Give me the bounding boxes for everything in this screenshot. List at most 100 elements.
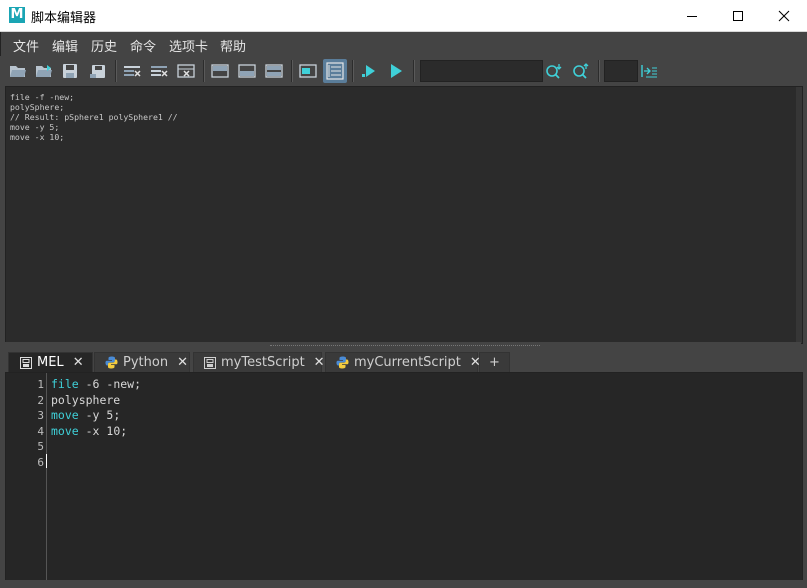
line-number: 1 <box>37 378 44 391</box>
save-script-to-shelf-button[interactable] <box>86 59 110 83</box>
tab-mycurrentscript[interactable]: myCurrentScript ✕ <box>325 352 481 372</box>
close-icon <box>778 10 790 21</box>
maximize-button[interactable] <box>715 0 761 31</box>
line-number: 2 <box>37 393 44 407</box>
show-line-numbers-button[interactable] <box>323 59 347 83</box>
toolbar-separator <box>413 60 415 82</box>
toolbar-separator <box>203 60 205 82</box>
script-input-editor[interactable]: 1 2 3 4 5 6 file -6 -new; polysphere move … <box>5 372 803 581</box>
menu-help[interactable]: 帮助 <box>220 36 246 55</box>
search-down-button[interactable] <box>542 59 566 83</box>
code-line: move -y 5; <box>51 408 121 423</box>
show-history-only-button[interactable] <box>208 59 232 83</box>
search-input[interactable] <box>420 60 543 82</box>
splitter-grip <box>270 345 540 347</box>
clear-input-button[interactable] <box>147 59 171 83</box>
toolbar-separator <box>291 60 293 82</box>
tab-mel[interactable]: MEL ✕ <box>8 352 93 372</box>
show-both-button[interactable] <box>262 59 286 83</box>
source-script-icon <box>36 65 52 77</box>
code-line: ​ <box>51 439 141 455</box>
mel-icon <box>19 356 32 369</box>
clear-history-button[interactable] <box>120 59 144 83</box>
line-number: 3 <box>37 409 44 423</box>
show-input-only-icon <box>238 64 256 78</box>
close-tab-icon[interactable]: ✕ <box>314 355 325 370</box>
save-script-to-shelf-icon <box>90 65 105 78</box>
menu-command[interactable]: 命令 <box>130 36 156 55</box>
source-script-button[interactable] <box>32 59 56 83</box>
show-both-icon <box>265 64 283 78</box>
menu-file[interactable]: 文件 <box>13 36 39 55</box>
bottom-border <box>0 580 807 588</box>
search-up-icon <box>573 63 589 79</box>
history-line: // Result: pSphere1 polySphere1 // <box>10 112 178 122</box>
add-tab-button[interactable]: + <box>479 352 510 372</box>
show-line-numbers-icon <box>326 62 344 80</box>
save-script-button[interactable] <box>58 59 82 83</box>
execute-all-button[interactable] <box>384 59 408 83</box>
line-number: 5 <box>37 440 44 454</box>
clear-input-icon <box>151 66 168 77</box>
history-line: file -f -new; <box>10 92 75 102</box>
close-button[interactable] <box>761 0 807 31</box>
tab-label: myCurrentScript <box>354 355 461 370</box>
goto-line-button[interactable] <box>637 59 661 83</box>
keyword: file <box>51 377 79 391</box>
echo-all-commands-icon <box>299 64 317 78</box>
maximize-icon <box>733 10 743 21</box>
history-output: file -f -new; polySphere; // Result: pSp… <box>6 87 802 142</box>
code-line: polysphere <box>51 392 121 407</box>
clear-history-icon <box>124 66 141 77</box>
keyword: move <box>51 423 79 438</box>
toolbar-separator <box>598 60 600 82</box>
show-input-only-button[interactable] <box>235 59 259 83</box>
tab-label: Python <box>123 355 169 370</box>
maya-logo-icon: M <box>9 7 25 23</box>
tab-mytestscript[interactable]: myTestScript ✕ <box>193 352 325 372</box>
line-number-gutter: 1 2 3 4 5 6 <box>6 373 47 580</box>
open-script-button[interactable] <box>6 59 30 83</box>
close-tab-icon[interactable]: ✕ <box>177 355 188 370</box>
history-line: polySphere; <box>10 102 65 112</box>
history-scrollbar[interactable] <box>796 87 802 343</box>
tab-bar: MEL ✕ Python ✕ myTestScript ✕ myCurrentS… <box>5 350 801 372</box>
code-line: file -6 -new; <box>51 377 142 391</box>
menu-edit[interactable]: 编辑 <box>52 36 78 55</box>
line-number: 6 <box>37 456 44 469</box>
history-panel[interactable]: file -f -new; polySphere; // Result: pSp… <box>5 86 803 344</box>
tab-label: myTestScript <box>221 355 305 370</box>
show-history-only-icon <box>211 64 229 78</box>
goto-line-input[interactable] <box>604 60 638 82</box>
text-cursor <box>46 454 47 468</box>
history-line: move -y 5; <box>10 122 60 132</box>
window-title: 脚本编辑器 <box>31 11 97 26</box>
execute-selected-button[interactable] <box>357 59 381 83</box>
search-up-button[interactable] <box>569 59 593 83</box>
code-line: move -x 10; <box>51 423 128 438</box>
echo-all-commands-button[interactable] <box>296 59 320 83</box>
minimize-icon <box>687 15 697 17</box>
execute-selected-icon <box>362 65 375 77</box>
toolbar <box>0 56 807 86</box>
keyword: move <box>51 408 79 423</box>
open-script-icon <box>10 66 26 77</box>
code-line: ​ <box>51 455 141 471</box>
menu-history[interactable]: 历史 <box>91 36 117 55</box>
menu-bar: 文件 编辑 历史 命令 选项卡 帮助 <box>0 32 807 56</box>
history-line: move -x 10; <box>10 132 65 142</box>
close-tab-icon[interactable]: ✕ <box>73 355 84 370</box>
menu-tabs[interactable]: 选项卡 <box>169 36 208 55</box>
python-icon <box>336 356 349 369</box>
save-script-icon <box>63 64 77 78</box>
toolbar-separator <box>115 60 117 82</box>
line-number: 4 <box>37 424 44 438</box>
tab-label: MEL <box>37 355 64 370</box>
tab-python[interactable]: Python ✕ <box>94 352 190 372</box>
search-down-icon <box>546 64 562 79</box>
toolbar-separator <box>352 60 354 82</box>
code-text: file -6 -new; polysphere move -y 5; move -x… <box>51 377 141 471</box>
clear-all-button[interactable] <box>174 59 198 83</box>
minimize-button[interactable] <box>669 0 715 31</box>
panel-splitter[interactable] <box>5 342 801 349</box>
